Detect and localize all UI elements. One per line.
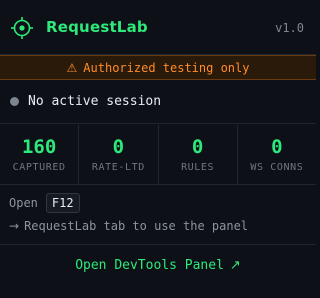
stat-rules: 0 RULES bbox=[159, 125, 238, 184]
header: RequestLab v1.0 bbox=[0, 0, 316, 55]
status-dot bbox=[10, 97, 19, 106]
devtools-hint: Open F12 → RequestLab tab to use the pane… bbox=[0, 185, 316, 245]
hint-line-open: Open F12 bbox=[9, 193, 80, 213]
arrow-right-icon: → bbox=[9, 219, 20, 233]
stat-value: 0 bbox=[271, 136, 283, 158]
stats-row: 160 CAPTURED 0 RATE-LTD 0 RULES 0 WS CON… bbox=[0, 125, 316, 185]
stat-value: 0 bbox=[112, 136, 125, 158]
stat-captured: 160 CAPTURED bbox=[0, 125, 80, 184]
open-devtools-label: Open DevTools Panel bbox=[75, 257, 224, 273]
session-status-text: No active session bbox=[28, 94, 162, 109]
session-status: No active session bbox=[0, 80, 316, 124]
stat-label: CAPTURED bbox=[12, 162, 66, 173]
stat-label: WS CONNS bbox=[250, 162, 304, 173]
stat-rate-limited: 0 RATE-LTD bbox=[79, 125, 159, 184]
banner-text: Authorized testing only bbox=[83, 60, 250, 75]
hint-line-tab: → RequestLab tab to use the panel bbox=[9, 219, 248, 233]
hint-tab-text: RequestLab tab to use the panel bbox=[24, 219, 249, 233]
app-title: RequestLab bbox=[46, 18, 148, 36]
external-link-icon: ↗ bbox=[229, 257, 241, 273]
stat-value: 160 bbox=[21, 136, 57, 158]
hint-prefix: Open bbox=[9, 196, 38, 210]
f12-key: F12 bbox=[45, 193, 80, 213]
stat-ws-connections: 0 WS CONNS bbox=[238, 125, 316, 184]
stat-label: RATE-LTD bbox=[91, 162, 145, 173]
authorized-testing-banner: ⚠ Authorized testing only bbox=[0, 55, 316, 80]
warning-icon: ⚠ bbox=[66, 60, 78, 75]
stat-value: 0 bbox=[191, 136, 204, 158]
crosshair-target-icon bbox=[11, 17, 33, 39]
stat-label: RULES bbox=[181, 162, 215, 173]
open-devtools-panel-button[interactable]: Open DevTools Panel ↗ bbox=[0, 245, 316, 285]
extension-popup: RequestLab v1.0 ⚠ Authorized testing onl… bbox=[0, 0, 316, 298]
version-label: v1.0 bbox=[275, 21, 304, 35]
